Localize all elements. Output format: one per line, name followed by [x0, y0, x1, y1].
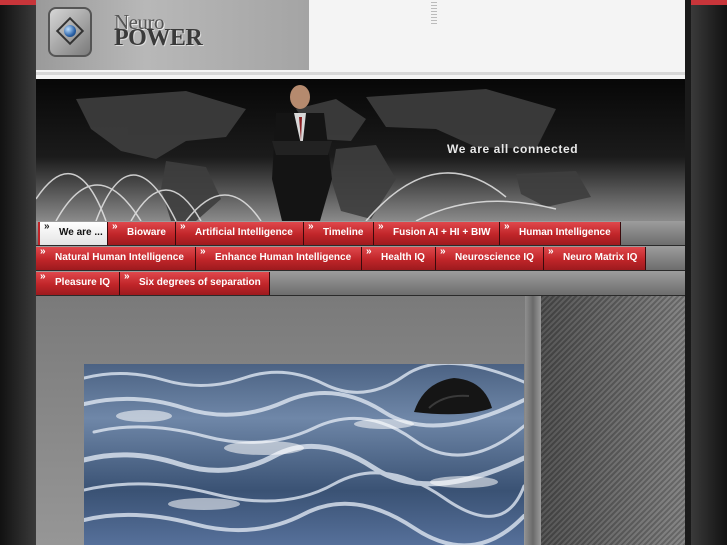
nav-item-human-intelligence[interactable]: Human Intelligence: [500, 216, 621, 245]
sidebar-panel: [541, 296, 685, 545]
nav-row-3: Pleasure IQ Six degrees of separation: [36, 266, 685, 296]
nav-item-six-degrees-of-separation[interactable]: Six degrees of separation: [120, 266, 270, 295]
nav-item-we-are[interactable]: We are ...: [38, 216, 108, 245]
hero-banner: We are all connected: [36, 79, 685, 221]
content-column-divider: [525, 296, 541, 545]
nav-item-natural-human-intelligence[interactable]: Natural Human Intelligence: [36, 241, 196, 270]
site-logo[interactable]: Neuro POWER: [36, 0, 309, 70]
nav-row-2: Natural Human Intelligence Enhance Human…: [36, 241, 685, 271]
nav-item-pleasure-iq[interactable]: Pleasure IQ: [36, 266, 120, 295]
right-side-strip: [691, 0, 727, 545]
ocean-rock-photo: [84, 364, 524, 545]
nav-item-bioware[interactable]: Bioware: [108, 216, 176, 245]
nav-item-artificial-intelligence[interactable]: Artificial Intelligence: [176, 216, 304, 245]
ocean-waves-image: [84, 364, 524, 545]
nav-item-health-iq[interactable]: Health IQ: [362, 241, 436, 270]
header-grip-handle: [431, 2, 437, 24]
nav-row-1: We are ... Bioware Artificial Intelligen…: [36, 216, 685, 246]
nav-item-neuroscience-iq[interactable]: Neuroscience IQ: [436, 241, 544, 270]
world-map-illustration: [36, 85, 591, 221]
neuro-power-logo-icon: [48, 7, 92, 57]
banner-tagline: We are all connected: [447, 142, 579, 156]
nav-item-neuro-matrix-iq[interactable]: Neuro Matrix IQ: [544, 241, 646, 270]
nav-item-fusion[interactable]: Fusion AI + HI + BIW: [374, 216, 500, 245]
nav-item-timeline[interactable]: Timeline: [304, 216, 374, 245]
left-side-strip: [0, 0, 36, 545]
page-container: Neuro POWER We are all connected » We ar…: [36, 0, 685, 545]
logo-text-power: POWER: [114, 25, 203, 51]
nav-item-enhance-human-intelligence[interactable]: Enhance Human Intelligence: [196, 241, 362, 270]
header-divider: [36, 72, 685, 75]
